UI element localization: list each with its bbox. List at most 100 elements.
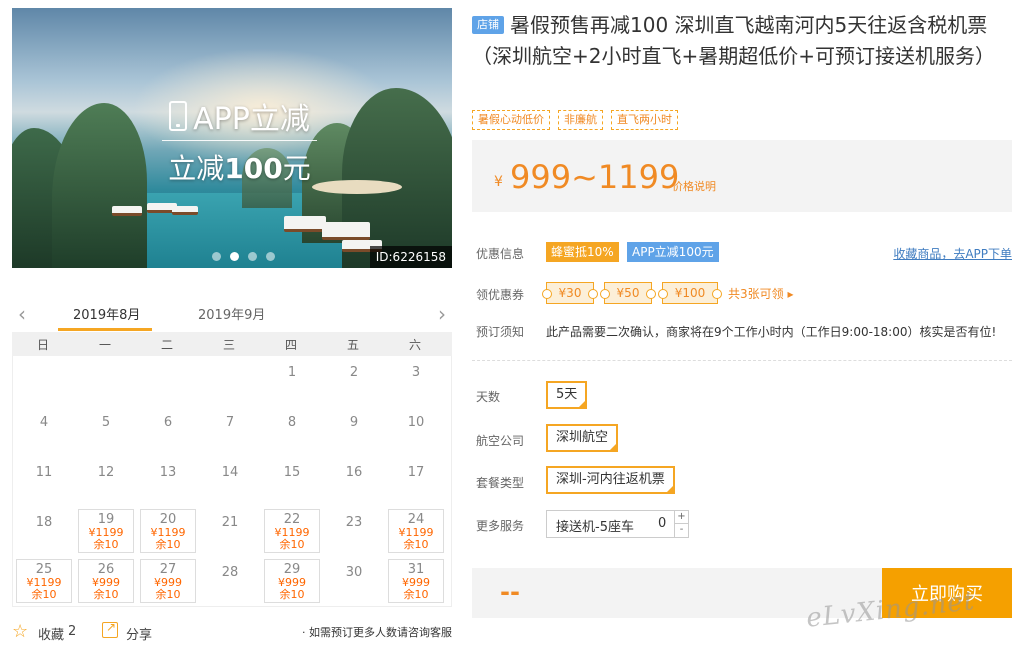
chevron-left-icon[interactable]: ‹ [18,302,26,326]
day-number: 17 [407,465,425,480]
weekday-label: 日 [36,337,49,352]
day-number: 29 [283,562,301,577]
price-explain-link[interactable]: 价格说明 [672,178,716,194]
day-number: 13 [159,465,177,480]
day-number: 5 [101,415,111,430]
day-stock: 余10 [279,538,305,551]
package-label: 套餐类型 [476,476,525,490]
calendar-day [199,356,261,406]
contact-service-note: · 如需预订更多人数请咨询客服 [302,626,452,639]
calendar-day-available[interactable]: 27 ¥999 余10 [140,559,196,603]
day-stock: 余10 [279,588,305,601]
day-stock: 余10 [93,588,119,601]
day-number: 8 [287,415,297,430]
promo-line1: APP立减 [193,102,310,137]
airline-label: 航空公司 [476,434,525,448]
more-services-label: 更多服务 [476,519,525,533]
day-number: 12 [97,465,115,480]
increment-button[interactable]: + [675,511,688,524]
calendar-day: 4 [13,406,75,456]
product-title: 店铺 暑假预售再减100 深圳直飞越南河内5天往返含税机票（深圳航空+2小时直飞+… [472,10,1012,72]
calendar-day-available[interactable]: 20 ¥1199 余10 [140,509,196,553]
share-icon[interactable] [102,620,118,638]
calendar-day: 12 [75,456,137,506]
month-tab-aug[interactable]: 2019年8月 [73,304,140,323]
boat [322,222,370,240]
carousel-dot[interactable] [230,252,239,261]
product-tag: 非廉航 [558,110,603,130]
calendar-day-available[interactable]: 19 ¥1199 余10 [78,509,134,553]
promo-line2: 立减100元 [168,152,311,185]
carousel-dot[interactable] [212,252,221,261]
product-tag: 暑假心动低价 [472,110,550,130]
calendar-day-available[interactable]: 22 ¥1199 余10 [264,509,320,553]
day-stock: 余10 [403,588,429,601]
calendar-day: 28 [199,556,261,606]
calendar: 日一二三四五六 1 2 3 4 5 6 7 8 9 10 11 12 13 14 15 16 17 18 19 ¥11… [12,332,452,607]
shop-badge: 店铺 [472,16,504,34]
weekday-label: 三 [222,337,235,352]
calendar-day: 5 [75,406,137,456]
weekday-label: 四 [284,337,297,352]
day-number: 14 [221,465,239,480]
service-quantity[interactable]: 0 [658,516,666,531]
carousel-dot[interactable] [266,252,275,261]
calendar-month-nav: ‹ 2019年8月 2019年9月 › [12,298,452,332]
day-number: 20 [159,512,177,527]
product-hero-image[interactable]: APP立减 立减100元 ID:6226158 [12,8,452,268]
calendar-day: 3 [385,356,447,406]
coupon-50[interactable]: ¥50 [600,282,656,304]
calendar-day-available[interactable]: 26 ¥999 余10 [78,559,134,603]
calendar-day: 11 [13,456,75,506]
day-number: 27 [159,562,177,577]
karst-rock [52,103,147,268]
carousel-dot[interactable] [248,252,257,261]
calendar-day-available[interactable]: 31 ¥999 余10 [388,559,444,603]
honey-discount-badge: 蜂蜜抵10% [546,242,619,262]
calendar-day-available[interactable]: 29 ¥999 余10 [264,559,320,603]
boat [112,206,142,216]
currency-symbol: ¥ [494,174,503,190]
airline-option-selected[interactable]: 深圳航空 [546,424,619,452]
day-number: 28 [221,565,239,580]
calendar-day: 14 [199,456,261,506]
day-number: 7 [225,415,235,430]
coupon-more-link[interactable]: 共3张可领 ▸ [728,285,793,302]
decrement-button[interactable]: - [675,524,688,537]
calendar-day: 13 [137,456,199,506]
star-icon[interactable]: ☆ [12,621,28,642]
coupon-100[interactable]: ¥100 [658,282,722,304]
day-number: 16 [345,465,363,480]
share-button[interactable]: 分享 [126,624,152,643]
calendar-day: 6 [137,406,199,456]
days-option-selected[interactable]: 5天 [546,381,588,409]
calendar-day [75,356,137,406]
day-number: 3 [411,365,421,380]
calendar-day-available[interactable]: 24 ¥1199 余10 [388,509,444,553]
chevron-right-icon[interactable]: › [438,302,446,326]
package-option-selected[interactable]: 深圳-河内往返机票 [546,466,675,494]
month-tab-sep[interactable]: 2019年9月 [198,304,265,323]
calendar-day: 18 [13,506,75,556]
favorite-button[interactable]: 收藏 [38,624,64,643]
day-stock: 余10 [155,538,181,551]
day-number: 15 [283,465,301,480]
boat [284,216,326,232]
carousel-dots [212,252,275,261]
calendar-day: 7 [199,406,261,456]
active-month-indicator [58,328,152,331]
app-promo-overlay: APP立减 立减100元 [152,96,327,187]
calendar-day: 21 [199,506,261,556]
calendar-day: 30 [323,556,385,606]
day-number: 11 [35,465,53,480]
day-stock: 余10 [155,588,181,601]
calendar-day-available[interactable]: 25 ¥1199 余10 [16,559,72,603]
favorite-count: 2 [68,624,77,639]
favorite-share-row: ☆ 收藏 2 分享 · 如需预订更多人数请咨询客服 [12,620,452,643]
calendar-day: 1 [261,356,323,406]
favorite-go-app-link[interactable]: 收藏商品，去APP下单 [893,245,1012,262]
day-number: 2 [349,365,359,380]
app-discount-badge: APP立减100元 [627,242,719,262]
coupon-30[interactable]: ¥30 [542,282,598,304]
day-number: 6 [163,415,173,430]
